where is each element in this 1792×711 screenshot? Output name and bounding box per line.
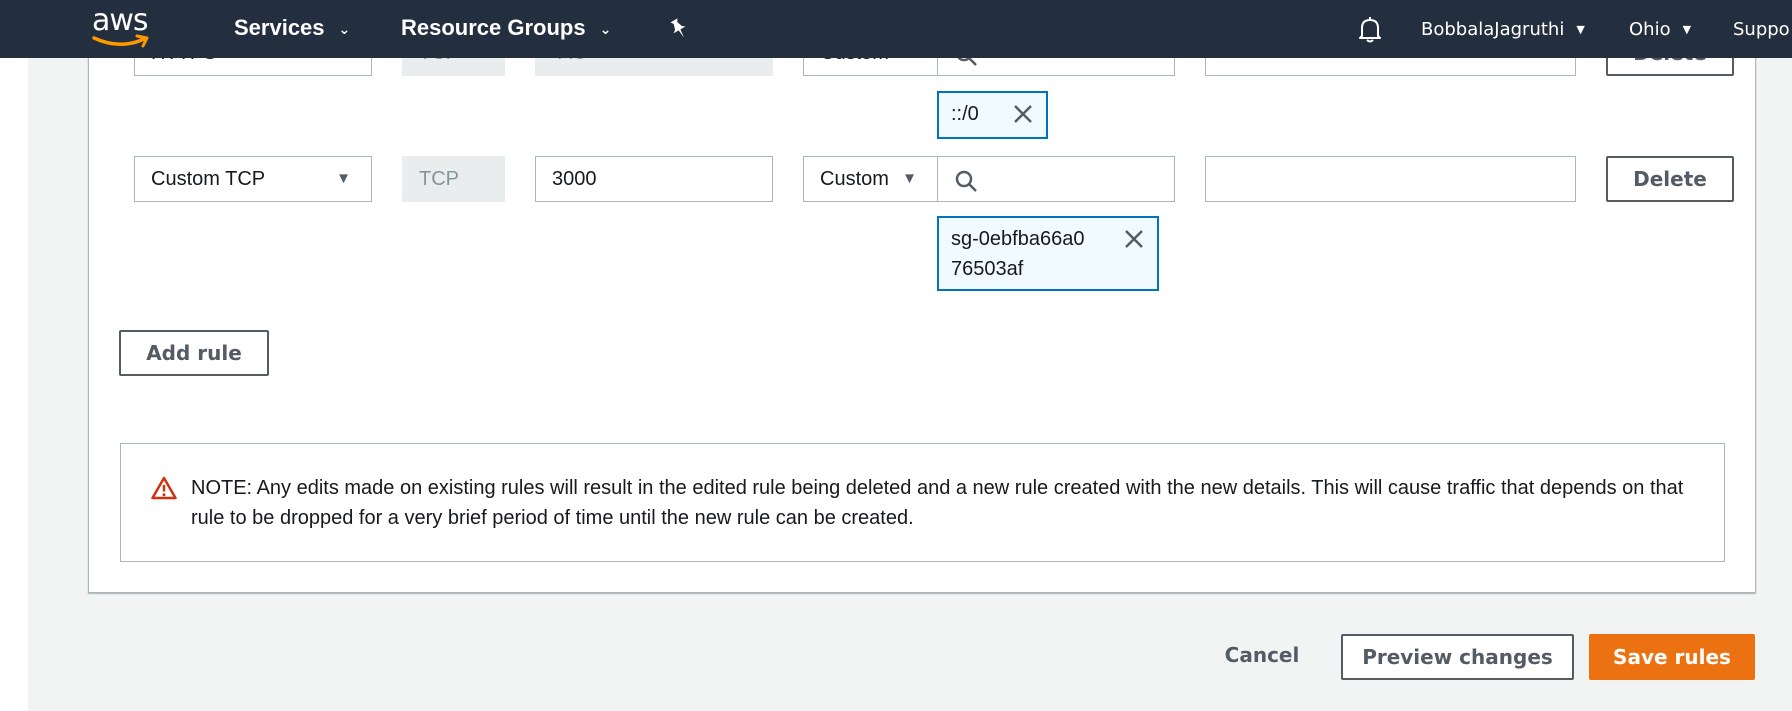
pushpin-icon[interactable] — [666, 16, 692, 42]
caret-down-icon: ▼ — [1576, 23, 1585, 36]
rule-1-source-token-text: ::/0 — [951, 103, 979, 125]
resource-groups-menu-label: Resource Groups — [401, 15, 586, 40]
close-icon[interactable] — [1012, 103, 1034, 125]
services-menu[interactable]: Services ⌄ — [234, 0, 350, 58]
search-icon — [955, 170, 977, 192]
rule-2-description-input[interactable] — [1205, 156, 1576, 202]
rule-2-source-search[interactable] — [937, 156, 1175, 202]
rule-2-protocol: TCP — [402, 156, 505, 202]
rule-2-type-select[interactable]: Custom TCP ▼ — [134, 156, 372, 202]
caret-down-icon: ▼ — [1682, 23, 1692, 36]
resource-groups-menu[interactable]: Resource Groups ⌄ — [401, 0, 611, 58]
rule-2-source-token-line2: 76503af — [951, 258, 1024, 280]
close-icon[interactable] — [1123, 228, 1145, 250]
caret-down-icon: ▼ — [902, 170, 917, 187]
rule-2-source-type-select[interactable]: Custom ▼ — [803, 156, 938, 202]
rule-2-type-value: Custom TCP — [151, 168, 266, 190]
rule-2-port-range-input[interactable]: 3000 — [535, 156, 773, 202]
services-menu-label: Services — [234, 15, 325, 40]
aws-logo[interactable]: aws — [92, 4, 152, 50]
cancel-button[interactable]: Cancel — [1212, 634, 1312, 680]
bell-icon[interactable] — [1357, 16, 1383, 44]
preview-changes-button[interactable]: Preview changes — [1341, 634, 1574, 680]
region-label: Ohio — [1629, 19, 1671, 40]
aws-smile-icon — [92, 34, 149, 48]
support-menu[interactable]: Suppo — [1733, 0, 1790, 58]
save-rules-button[interactable]: Save rules — [1589, 634, 1755, 680]
edit-warning-note: NOTE: Any edits made on existing rules w… — [120, 443, 1725, 562]
user-account-menu[interactable]: BobbalaJagruthi ▼ — [1421, 0, 1585, 58]
note-text: NOTE: Any edits made on existing rules w… — [191, 477, 1684, 529]
chevron-down-icon: ⌄ — [338, 21, 351, 38]
warning-icon — [151, 476, 177, 500]
rule-2-delete-button[interactable]: Delete — [1606, 156, 1734, 202]
top-navigation-bar: aws Services ⌄ Resource Groups ⌄ BobbalaJa… — [0, 0, 1792, 58]
chevron-down-icon: ⌄ — [599, 21, 612, 38]
aws-logo-text: aws — [92, 3, 149, 38]
rule-1-source-token: ::/0 — [937, 91, 1048, 139]
add-rule-button[interactable]: Add rule — [119, 330, 269, 376]
user-account-label: BobbalaJagruthi — [1421, 19, 1565, 40]
rule-2-source-token: sg-0ebfba66a0 76503af — [937, 216, 1159, 291]
caret-down-icon: ▼ — [336, 170, 351, 187]
region-menu[interactable]: Ohio ▼ — [1629, 0, 1691, 58]
support-label: Suppo — [1733, 19, 1790, 40]
rule-2-source-type-value: Custom — [820, 168, 889, 190]
rule-2-source-token-line1: sg-0ebfba66a0 — [951, 228, 1085, 250]
